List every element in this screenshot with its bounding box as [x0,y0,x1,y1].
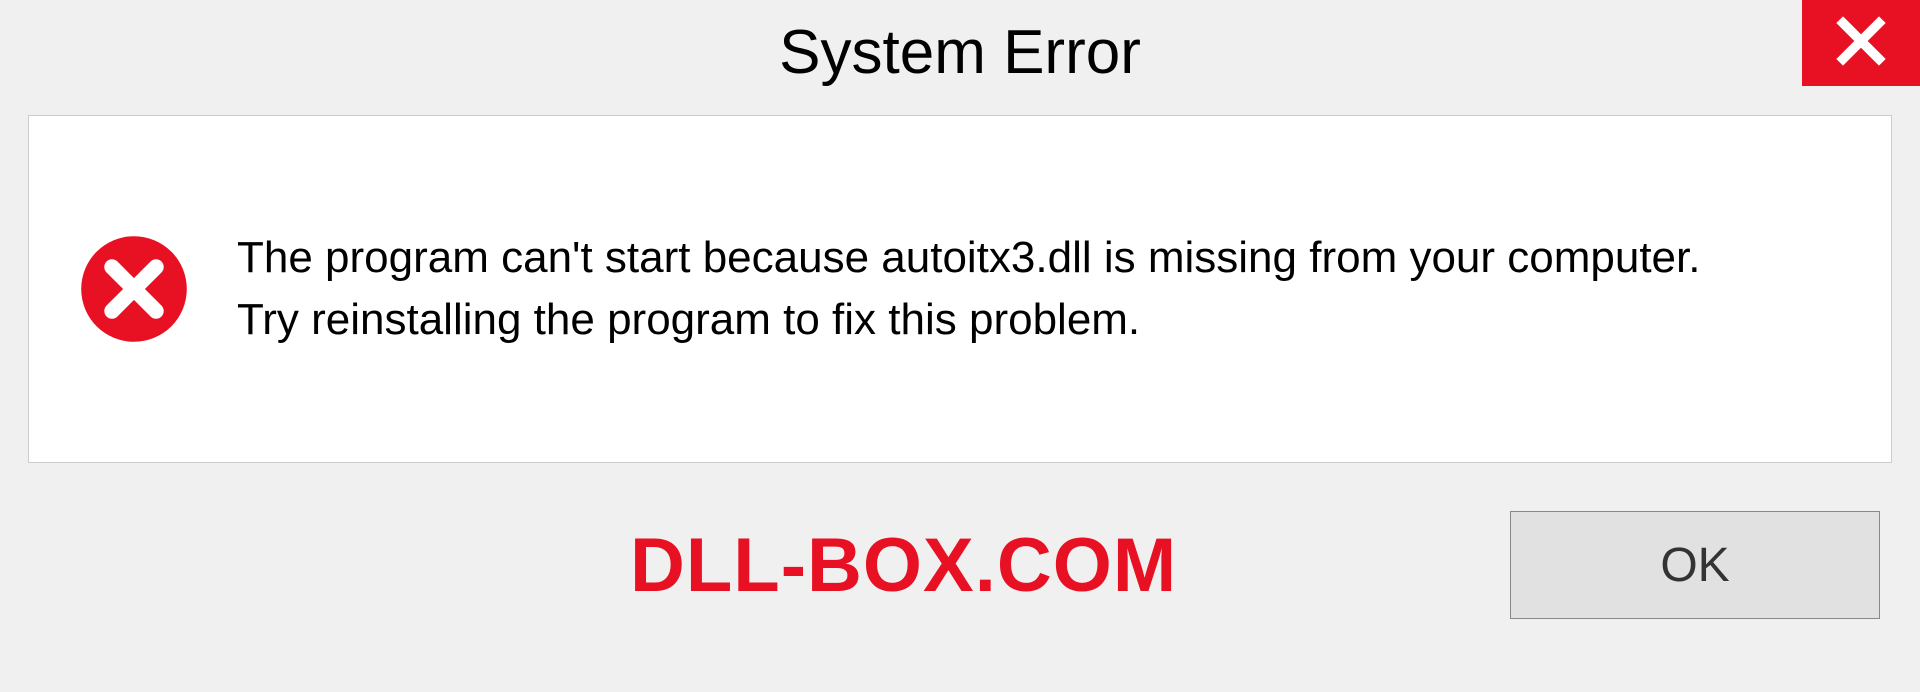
close-button[interactable] [1802,0,1920,86]
brand-watermark: DLL-BOX.COM [630,522,1177,609]
error-message-line2: Try reinstalling the program to fix this… [237,295,1140,344]
ok-button[interactable]: OK [1510,511,1880,619]
error-dialog-window: System Error The program can't start bec… [0,0,1920,692]
content-panel: The program can't start because autoitx3… [28,115,1892,463]
error-message: The program can't start because autoitx3… [237,227,1700,350]
dialog-title: System Error [779,17,1141,88]
close-icon [1834,14,1888,73]
dialog-footer: DLL-BOX.COM OK [0,463,1920,619]
error-icon [79,234,189,344]
titlebar: System Error [0,0,1920,105]
ok-button-label: OK [1660,538,1729,593]
error-message-line1: The program can't start because autoitx3… [237,233,1700,282]
